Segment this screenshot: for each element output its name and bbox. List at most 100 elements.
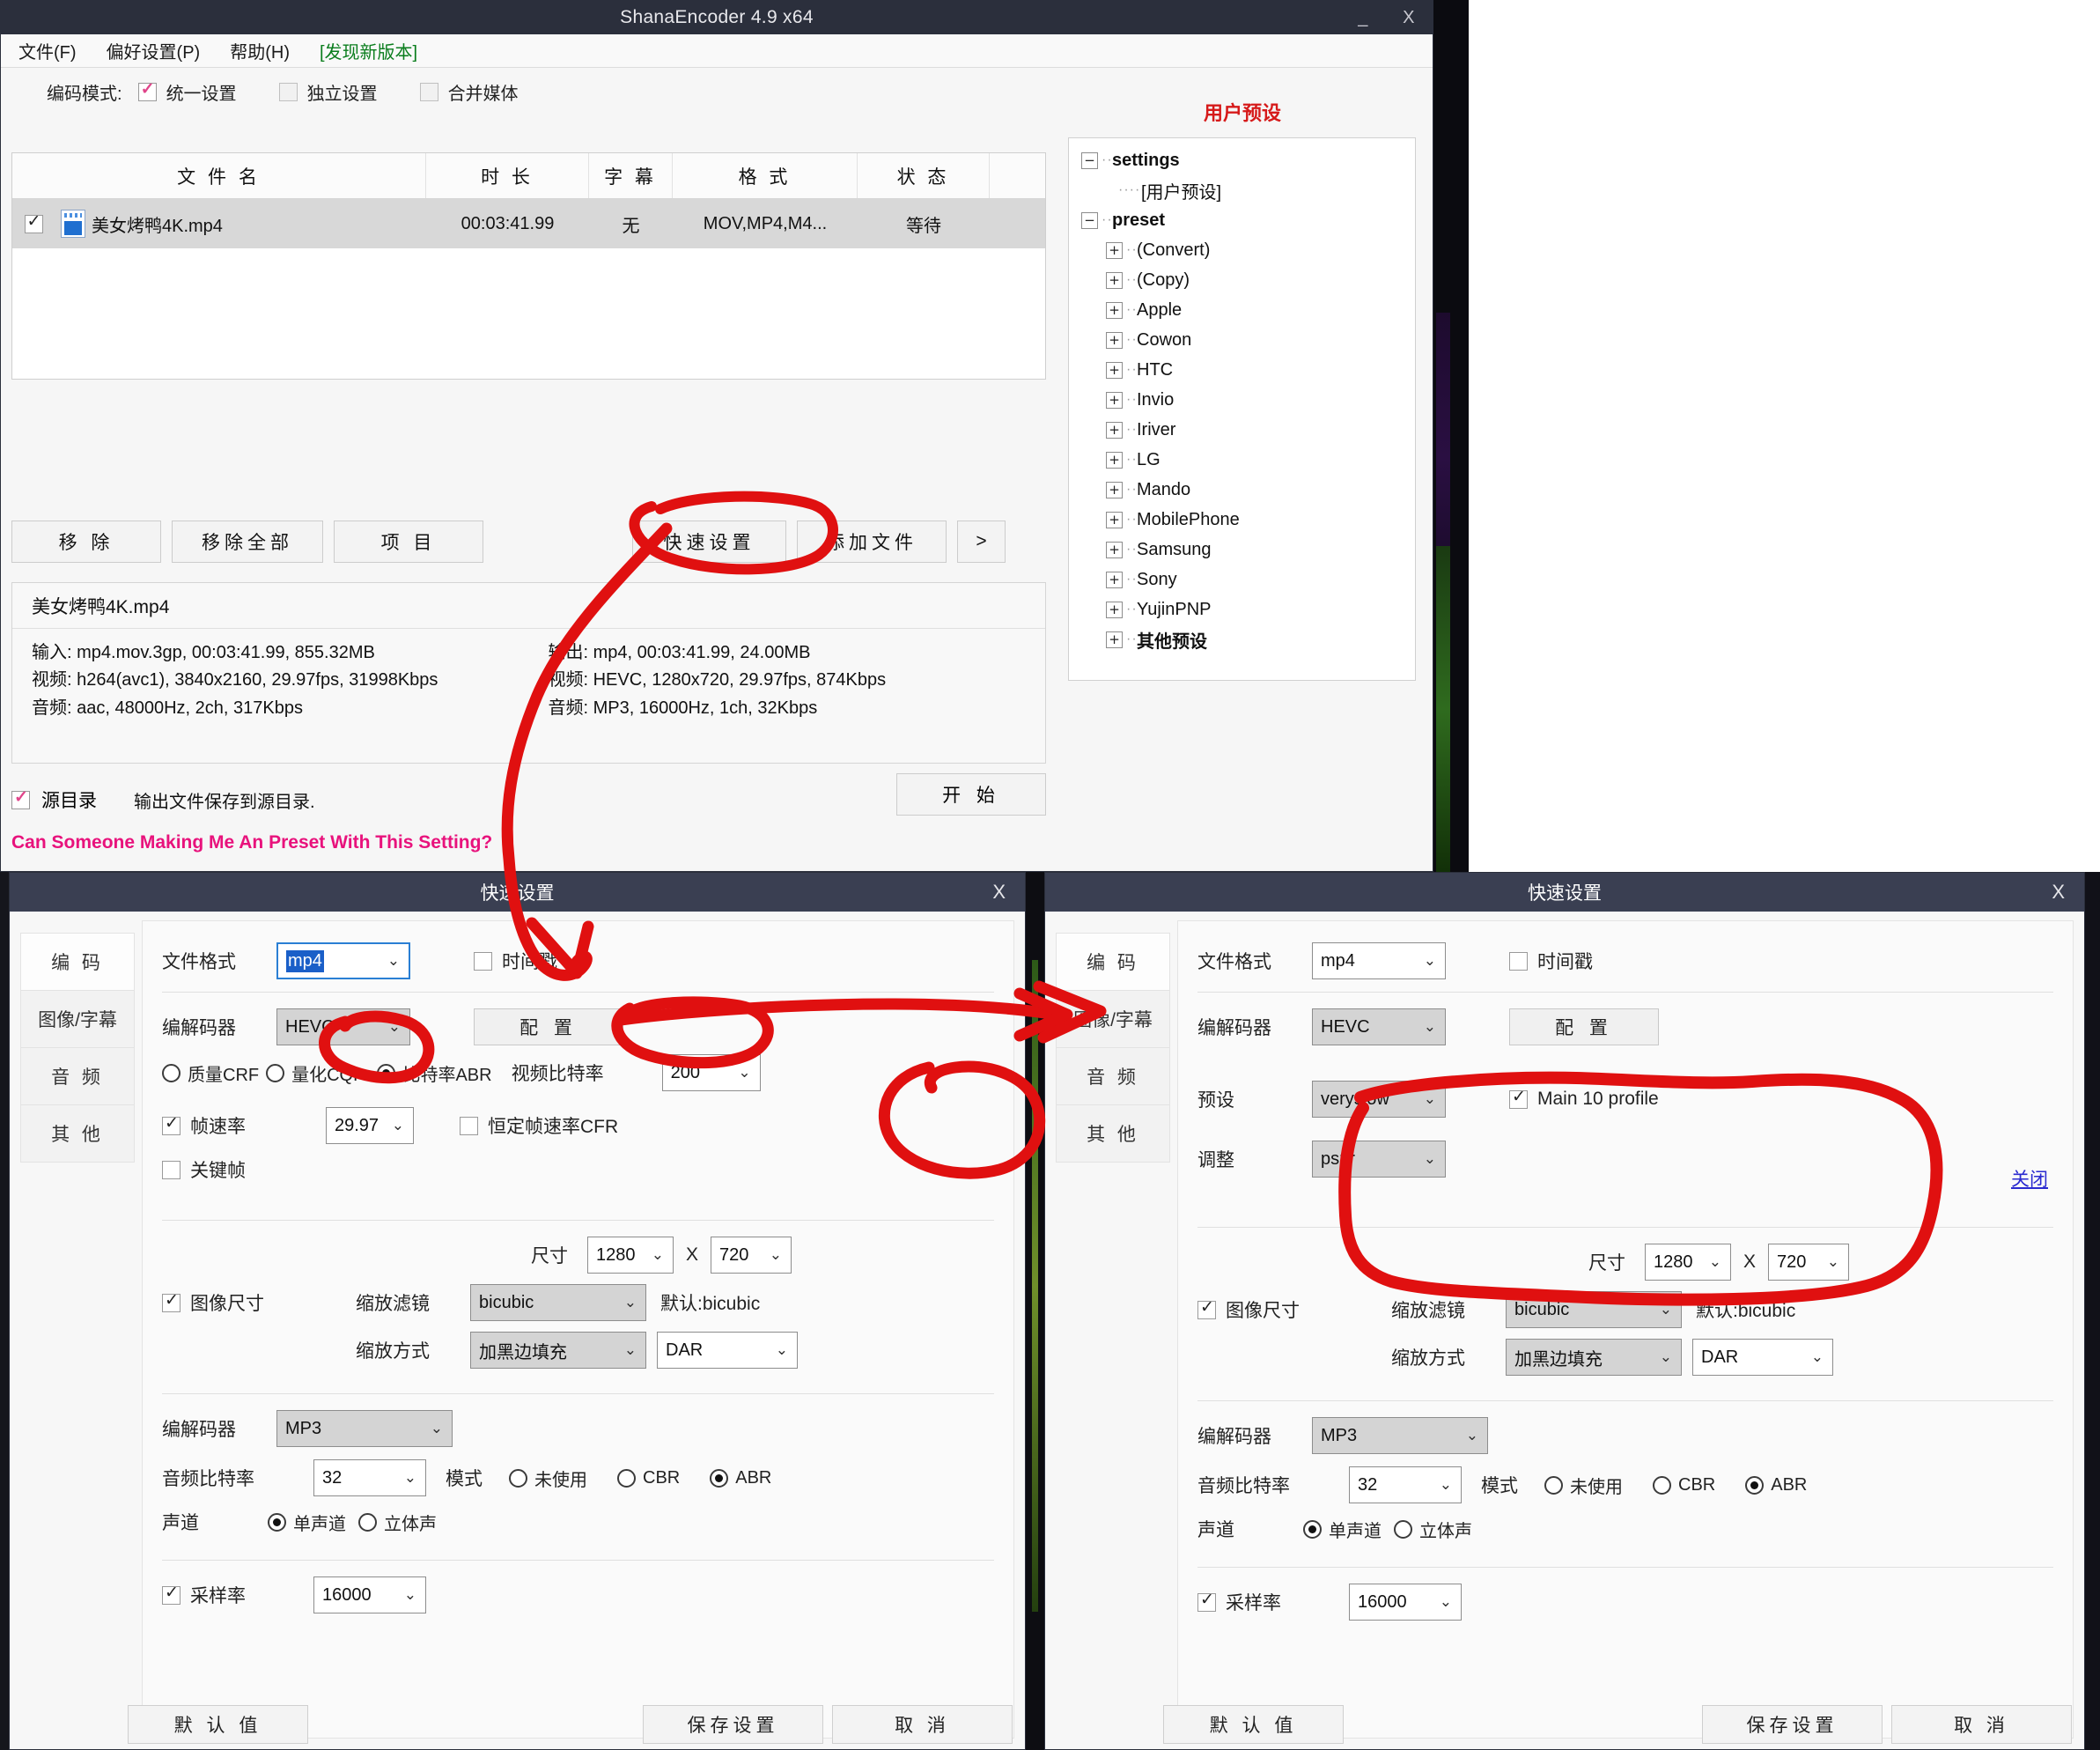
tree-node-other-presets[interactable]: + ·· 其他预设	[1078, 624, 1415, 654]
scale-filter-combo[interactable]: bicubic ⌄	[1506, 1291, 1682, 1328]
tab-encode[interactable]: 编 码	[20, 933, 135, 991]
checkbox-icon-main10[interactable]	[1509, 1087, 1528, 1109]
checkbox-icon-image-size[interactable]	[162, 1290, 181, 1312]
tree-node-convert[interactable]: + ·· (Convert)	[1078, 235, 1415, 265]
codec-combo[interactable]: HEVC ⌄	[1312, 1008, 1446, 1045]
column-header-status[interactable]: 状 态	[858, 153, 990, 198]
radio-icon-audio-abr[interactable]	[1745, 1475, 1765, 1495]
keyframe-checkbox[interactable]: 关键帧	[162, 1156, 246, 1183]
cancel-button[interactable]: 取 消	[1891, 1705, 2072, 1744]
checkbox-icon-keyframe[interactable]	[162, 1160, 181, 1179]
radio-mono[interactable]: 单声道	[1303, 1517, 1382, 1542]
scale-mode-combo[interactable]: 加黑边填充 ⌄	[1506, 1339, 1682, 1376]
samplerate-combo[interactable]: 16000 ⌄	[313, 1576, 426, 1613]
remove-all-button[interactable]: 移除全部	[172, 521, 323, 563]
height-combo[interactable]: 720 ⌄	[711, 1237, 792, 1274]
radio-audio-unused[interactable]: 未使用	[1544, 1473, 1623, 1498]
framerate-checkbox[interactable]: 帧速率	[162, 1112, 326, 1139]
radio-stereo[interactable]: 立体声	[1394, 1517, 1472, 1542]
column-header-duration[interactable]: 时 长	[426, 153, 589, 198]
project-button[interactable]: 项 目	[334, 521, 483, 563]
checkbox-icon-row-selected[interactable]	[24, 211, 43, 233]
expand-icon[interactable]: +	[1106, 391, 1123, 409]
tree-node-lg[interactable]: + ·· LG	[1078, 445, 1415, 475]
radio-stereo[interactable]: 立体声	[358, 1510, 437, 1535]
cfr-checkbox[interactable]: 恒定帧速率CFR	[460, 1112, 618, 1139]
checkbox-icon-framerate[interactable]	[162, 1113, 181, 1135]
close-icon[interactable]: X	[2052, 881, 2065, 904]
expand-icon[interactable]: +	[1106, 331, 1123, 349]
row-checkbox-cell[interactable]	[12, 211, 55, 233]
radio-audio-cbr[interactable]: CBR	[1653, 1475, 1715, 1495]
checkbox-icon-samplerate[interactable]	[1197, 1590, 1216, 1612]
tree-node-copy[interactable]: + ·· (Copy)	[1078, 265, 1415, 295]
audio-bitrate-combo[interactable]: 32 ⌄	[313, 1459, 426, 1496]
menu-help[interactable]: 帮助(H)	[230, 38, 290, 63]
checkbox-icon-merge[interactable]	[419, 82, 438, 101]
main10-profile-checkbox[interactable]: Main 10 profile	[1509, 1087, 1659, 1110]
column-header-format[interactable]: 格 式	[673, 153, 858, 198]
radio-icon-stereo[interactable]	[358, 1512, 377, 1532]
preset-combo[interactable]: veryslow ⌄	[1312, 1081, 1446, 1118]
close-icon[interactable]: X	[1396, 8, 1422, 28]
tree-node-mobilephone[interactable]: + ·· MobilePhone	[1078, 505, 1415, 535]
radio-icon-stereo[interactable]	[1394, 1519, 1412, 1539]
expand-icon[interactable]: +	[1106, 631, 1123, 648]
radio-icon-abr[interactable]	[377, 1063, 396, 1082]
config-button[interactable]: 配 置	[1509, 1008, 1659, 1045]
tree-node-invio[interactable]: + ·· Invio	[1078, 385, 1415, 415]
close-icon[interactable]: X	[992, 881, 1006, 904]
defaults-button[interactable]: 默 认 值	[1163, 1705, 1344, 1744]
tree-node-settings[interactable]: − ·· settings	[1078, 145, 1415, 175]
scale-mode-combo[interactable]: 加黑边填充 ⌄	[470, 1332, 646, 1369]
audio-bitrate-combo[interactable]: 32 ⌄	[1349, 1466, 1462, 1503]
checkbox-icon-source-dir[interactable]	[11, 787, 30, 809]
radio-quantizer-cqp[interactable]: 量化CQP	[266, 1060, 365, 1086]
checkbox-icon-timestamp[interactable]	[474, 951, 492, 971]
close-link[interactable]: 关闭	[2011, 1165, 2048, 1192]
expand-icon[interactable]: +	[1106, 511, 1123, 528]
image-size-checkbox[interactable]: 图像尺寸	[1197, 1296, 1391, 1323]
radio-icon-cbr[interactable]	[1653, 1475, 1671, 1495]
tree-node-iriver[interactable]: + ·· Iriver	[1078, 415, 1415, 445]
radio-audio-abr[interactable]: ABR	[1745, 1475, 1807, 1495]
tree-node-user-preset[interactable]: ····· [用户预设]	[1078, 175, 1415, 205]
checkbox-icon-unified[interactable]	[137, 79, 157, 101]
expand-icon[interactable]: +	[1106, 421, 1123, 439]
expand-icon[interactable]: +	[1106, 451, 1123, 469]
expand-icon[interactable]: +	[1106, 481, 1123, 498]
expand-icon[interactable]: +	[1106, 271, 1123, 289]
expand-icon[interactable]: +	[1106, 361, 1123, 379]
tab-image-subtitle[interactable]: 图像/字幕	[20, 990, 135, 1048]
codec-combo[interactable]: HEVC ⌄	[276, 1008, 410, 1045]
tab-audio[interactable]: 音 频	[1056, 1047, 1170, 1105]
aspect-ratio-combo[interactable]: DAR ⌄	[657, 1332, 798, 1369]
tree-node-mando[interactable]: + ·· Mando	[1078, 475, 1415, 505]
tab-other[interactable]: 其 他	[1056, 1104, 1170, 1163]
tab-encode[interactable]: 编 码	[1056, 933, 1170, 991]
radio-icon-unused[interactable]	[1544, 1475, 1563, 1495]
aspect-ratio-combo[interactable]: DAR ⌄	[1692, 1339, 1833, 1376]
radio-audio-abr[interactable]: ABR	[710, 1468, 771, 1488]
more-button[interactable]: >	[957, 521, 1006, 563]
checkbox-icon-individual[interactable]	[278, 82, 298, 101]
radio-bitrate-abr[interactable]: 比特率ABR	[377, 1060, 492, 1086]
save-settings-button[interactable]: 保存设置	[1702, 1705, 1883, 1744]
tab-other[interactable]: 其 他	[20, 1104, 135, 1163]
radio-audio-cbr[interactable]: CBR	[617, 1468, 680, 1488]
tree-node-yujinpnp[interactable]: + ·· YujinPNP	[1078, 594, 1415, 624]
table-row[interactable]: 美女烤鸭4K.mp4 00:03:41.99 无 MOV,MP4,M4... 等…	[12, 199, 1045, 248]
radio-icon-mono[interactable]	[1303, 1519, 1322, 1539]
samplerate-checkbox[interactable]: 采样率	[1197, 1589, 1349, 1615]
radio-icon-unused[interactable]	[509, 1468, 527, 1488]
add-file-button[interactable]: 添加文件	[797, 521, 947, 563]
tab-audio[interactable]: 音 频	[20, 1047, 135, 1105]
checkbox-icon-cfr[interactable]	[460, 1116, 478, 1135]
remove-button[interactable]: 移 除	[11, 521, 161, 563]
column-header-filename[interactable]: 文 件 名	[12, 153, 426, 198]
menu-file[interactable]: 文件(F)	[18, 38, 77, 63]
samplerate-combo[interactable]: 16000 ⌄	[1349, 1584, 1462, 1621]
collapse-icon[interactable]: −	[1081, 151, 1098, 169]
expand-icon[interactable]: +	[1106, 241, 1123, 259]
cancel-button[interactable]: 取 消	[832, 1705, 1013, 1744]
